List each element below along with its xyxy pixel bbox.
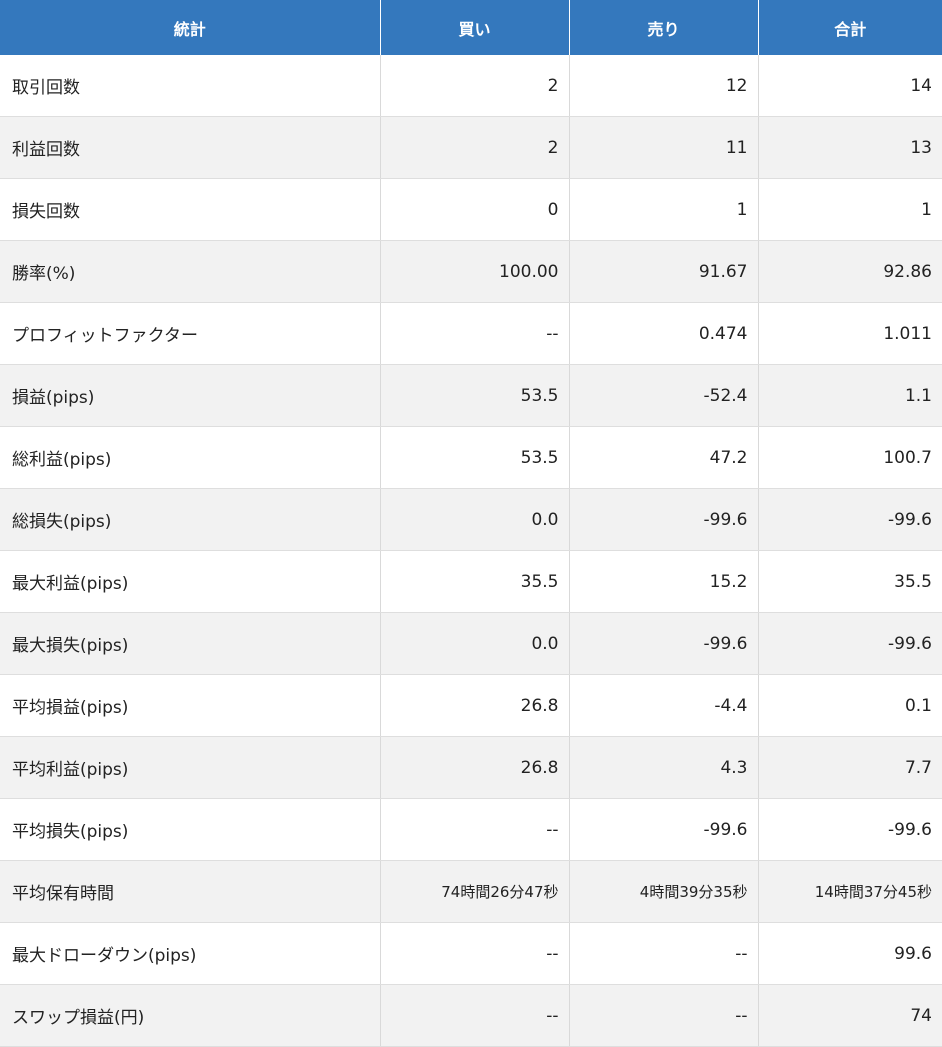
- total-value: 92.86: [758, 240, 942, 303]
- table-row: 平均損失(pips) -- -99.6 -99.6: [0, 798, 942, 861]
- table-body: 取引回数 2 12 14 利益回数 2 11 13 損失回数 0 1 1 勝率(…: [0, 55, 942, 1047]
- sell-value: -4.4: [569, 674, 759, 737]
- row-label: プロフィットファクター: [0, 302, 381, 365]
- buy-value: 53.5: [380, 364, 570, 427]
- sell-value: 91.67: [569, 240, 759, 303]
- sell-value: -52.4: [569, 364, 759, 427]
- buy-value: 0.0: [380, 612, 570, 675]
- row-label: 勝率(%): [0, 240, 381, 303]
- row-label: 利益回数: [0, 116, 381, 179]
- total-value: 74: [758, 984, 942, 1047]
- table-row: 平均損益(pips) 26.8 -4.4 0.1: [0, 674, 942, 737]
- row-label: 損失回数: [0, 178, 381, 241]
- row-label: 平均損失(pips): [0, 798, 381, 861]
- table-row: 損失回数 0 1 1: [0, 178, 942, 241]
- buy-value: 0.0: [380, 488, 570, 551]
- row-label: 取引回数: [0, 55, 381, 117]
- buy-value: 2: [380, 55, 570, 117]
- total-value: 0.1: [758, 674, 942, 737]
- table-row: 平均利益(pips) 26.8 4.3 7.7: [0, 736, 942, 799]
- total-value: 100.7: [758, 426, 942, 489]
- buy-value: --: [380, 984, 570, 1047]
- total-value: 99.6: [758, 922, 942, 985]
- table-row: 勝率(%) 100.00 91.67 92.86: [0, 240, 942, 303]
- total-value: 7.7: [758, 736, 942, 799]
- table-header: 統計 買い 売り 合計: [0, 0, 942, 55]
- buy-value: 100.00: [380, 240, 570, 303]
- total-value: 14時間37分45秒: [758, 860, 942, 923]
- sell-value: --: [569, 984, 759, 1047]
- table-row: プロフィットファクター -- 0.474 1.011: [0, 302, 942, 365]
- sell-value: -99.6: [569, 798, 759, 861]
- row-label: 総利益(pips): [0, 426, 381, 489]
- sell-value: 12: [569, 55, 759, 117]
- row-label: 総損失(pips): [0, 488, 381, 551]
- sell-value: -99.6: [569, 488, 759, 551]
- trade-statistics-table: 統計 買い 売り 合計 取引回数 2 12 14 利益回数 2 11 13 損失…: [0, 0, 942, 1047]
- row-label: 損益(pips): [0, 364, 381, 427]
- sell-value: 11: [569, 116, 759, 179]
- table-row: 総利益(pips) 53.5 47.2 100.7: [0, 426, 942, 489]
- row-label: スワップ損益(円): [0, 984, 381, 1047]
- buy-value: 74時間26分47秒: [380, 860, 570, 923]
- header-row: 統計 買い 売り 合計: [0, 0, 942, 55]
- table-row: 最大ドローダウン(pips) -- -- 99.6: [0, 922, 942, 985]
- sell-value: 0.474: [569, 302, 759, 365]
- sell-value: 1: [569, 178, 759, 241]
- sell-value: 47.2: [569, 426, 759, 489]
- table-row: 損益(pips) 53.5 -52.4 1.1: [0, 364, 942, 427]
- total-value: 13: [758, 116, 942, 179]
- column-header-stat: 統計: [0, 0, 381, 55]
- table-row: 利益回数 2 11 13: [0, 116, 942, 179]
- table-row: 取引回数 2 12 14: [0, 55, 942, 117]
- buy-value: 0: [380, 178, 570, 241]
- total-value: 14: [758, 55, 942, 117]
- total-value: 1: [758, 178, 942, 241]
- row-label: 最大ドローダウン(pips): [0, 922, 381, 985]
- buy-value: --: [380, 798, 570, 861]
- column-header-total: 合計: [758, 0, 942, 55]
- total-value: -99.6: [758, 612, 942, 675]
- total-value: -99.6: [758, 798, 942, 861]
- table-row: スワップ損益(円) -- -- 74: [0, 984, 942, 1047]
- column-header-buy: 買い: [380, 0, 570, 55]
- buy-value: 35.5: [380, 550, 570, 613]
- row-label: 平均利益(pips): [0, 736, 381, 799]
- column-header-sell: 売り: [569, 0, 759, 55]
- row-label: 最大損失(pips): [0, 612, 381, 675]
- buy-value: --: [380, 922, 570, 985]
- sell-value: 15.2: [569, 550, 759, 613]
- table-row: 最大利益(pips) 35.5 15.2 35.5: [0, 550, 942, 613]
- total-value: -99.6: [758, 488, 942, 551]
- buy-value: 26.8: [380, 674, 570, 737]
- table-row: 平均保有時間 74時間26分47秒 4時間39分35秒 14時間37分45秒: [0, 860, 942, 923]
- sell-value: 4時間39分35秒: [569, 860, 759, 923]
- total-value: 1.1: [758, 364, 942, 427]
- buy-value: 53.5: [380, 426, 570, 489]
- sell-value: 4.3: [569, 736, 759, 799]
- table-row: 総損失(pips) 0.0 -99.6 -99.6: [0, 488, 942, 551]
- buy-value: 2: [380, 116, 570, 179]
- sell-value: -99.6: [569, 612, 759, 675]
- total-value: 1.011: [758, 302, 942, 365]
- buy-value: --: [380, 302, 570, 365]
- row-label: 平均保有時間: [0, 860, 381, 923]
- row-label: 平均損益(pips): [0, 674, 381, 737]
- buy-value: 26.8: [380, 736, 570, 799]
- total-value: 35.5: [758, 550, 942, 613]
- sell-value: --: [569, 922, 759, 985]
- row-label: 最大利益(pips): [0, 550, 381, 613]
- table-row: 最大損失(pips) 0.0 -99.6 -99.6: [0, 612, 942, 675]
